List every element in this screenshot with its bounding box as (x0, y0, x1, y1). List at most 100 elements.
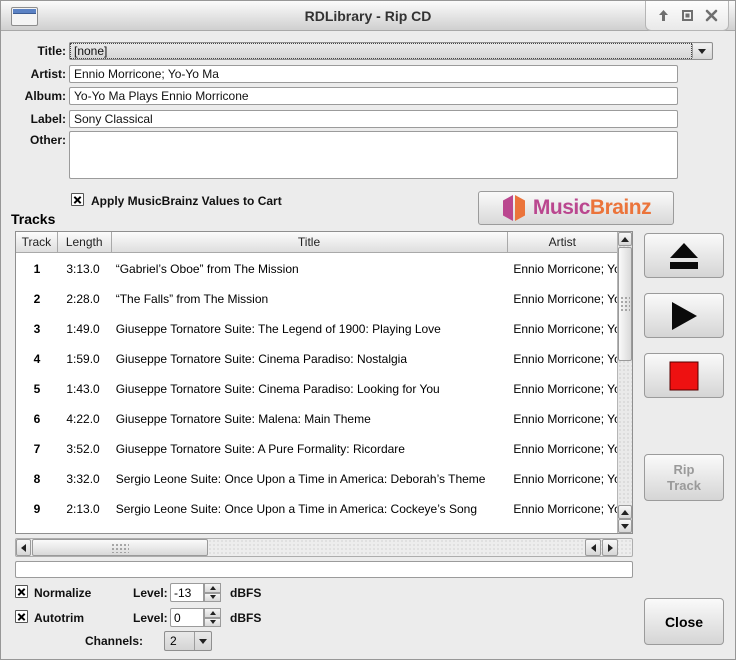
normalize-level-value[interactable]: -13 (170, 583, 204, 602)
window-controls (645, 1, 729, 31)
scroll-up-icon[interactable] (618, 232, 632, 246)
spin-down-icon[interactable] (204, 618, 221, 628)
musicbrainz-logo-text: MusicBrainz (533, 196, 651, 220)
cell-track: 8 (16, 472, 58, 486)
cell-length: 1:49.0 (58, 322, 112, 336)
maximize-icon[interactable] (680, 9, 694, 23)
chevron-down-icon[interactable] (692, 44, 711, 58)
table-row[interactable]: 4 1:59.0 Giuseppe Tornatore Suite: Cinem… (16, 344, 617, 374)
artist-field[interactable]: Ennio Morricone; Yo-Yo Ma (69, 65, 678, 83)
column-header-track[interactable]: Track (16, 232, 58, 253)
title-bar[interactable]: RDLibrary - Rip CD (1, 1, 735, 31)
table-row[interactable]: 7 3:52.0 Giuseppe Tornatore Suite: A Pur… (16, 434, 617, 464)
play-icon (669, 300, 699, 332)
rip-cd-dialog: RDLibrary - Rip CD Title: [none] Artist:… (0, 0, 736, 660)
tracks-table-body: 1 3:13.0 “Gabriel’s Oboe” from The Missi… (16, 254, 617, 533)
spin-down-icon[interactable] (204, 593, 221, 603)
cell-artist: Ennio Morricone; Yo-Yo Ma (508, 292, 617, 306)
rip-track-button[interactable]: Rip Track (644, 454, 724, 501)
cell-track: 3 (16, 322, 58, 336)
other-field[interactable] (69, 131, 678, 179)
label-label: Label: (9, 112, 66, 126)
musicbrainz-logo-icon (501, 194, 527, 222)
spin-up-icon[interactable] (204, 608, 221, 618)
autotrim-checkbox[interactable] (15, 610, 28, 623)
play-button[interactable] (644, 293, 724, 338)
cell-title: “Gabriel’s Oboe” from The Mission (112, 262, 509, 276)
scroll-left-icon[interactable] (16, 539, 31, 556)
scroll-right-icon[interactable] (602, 539, 618, 556)
cell-artist: Ennio Morricone; Yo-Yo Ma (508, 262, 617, 276)
close-button[interactable]: Close (644, 598, 724, 645)
cell-length: 2:28.0 (58, 292, 112, 306)
shade-icon[interactable] (656, 9, 670, 23)
apply-musicbrainz-checkbox[interactable] (71, 193, 84, 206)
cell-track: 2 (16, 292, 58, 306)
cell-length: 1:59.0 (58, 352, 112, 366)
cell-artist: Ennio Morricone; Yo-Yo Ma (508, 502, 617, 516)
table-row[interactable]: 3 1:49.0 Giuseppe Tornatore Suite: The L… (16, 314, 617, 344)
scroll-down-icon[interactable] (618, 519, 632, 533)
scroll-up2-icon[interactable] (618, 505, 632, 519)
cell-track: 1 (16, 262, 58, 276)
album-field[interactable]: Yo-Yo Ma Plays Ennio Morricone (69, 87, 678, 105)
cell-track: 6 (16, 412, 58, 426)
spin-up-icon[interactable] (204, 583, 221, 593)
autotrim-level-spinner[interactable]: 0 (170, 608, 221, 627)
stop-icon (669, 361, 699, 391)
cell-artist: Ennio Morricone; Yo-Yo Ma (508, 442, 617, 456)
title-select-value: [none] (71, 44, 691, 58)
channels-label: Channels: (85, 634, 143, 648)
table-row[interactable]: 9 2:13.0 Sergio Leone Suite: Once Upon a… (16, 494, 617, 524)
horizontal-scrollbar-thumb[interactable] (32, 539, 208, 556)
cell-length: 2:13.0 (58, 502, 112, 516)
column-header-length[interactable]: Length (58, 232, 112, 253)
tracks-table-header: Track Length Title Artist (16, 232, 617, 253)
autotrim-level-value[interactable]: 0 (170, 608, 204, 627)
table-row[interactable]: 6 4:22.0 Giuseppe Tornatore Suite: Malen… (16, 404, 617, 434)
cell-title: Giuseppe Tornatore Suite: A Pure Formali… (112, 442, 509, 456)
chevron-down-icon[interactable] (194, 632, 211, 650)
scroll-left2-icon[interactable] (585, 539, 601, 556)
cell-title: Giuseppe Tornatore Suite: Cinema Paradis… (112, 352, 509, 366)
cell-track: 7 (16, 442, 58, 456)
normalize-level-spinner[interactable]: -13 (170, 583, 221, 602)
cell-title: Giuseppe Tornatore Suite: Malena: Main T… (112, 412, 509, 426)
vertical-scrollbar[interactable] (617, 232, 632, 533)
cell-title: Giuseppe Tornatore Suite: The Legend of … (112, 322, 509, 336)
cell-artist: Ennio Morricone; Yo-Yo Ma (508, 382, 617, 396)
window-title: RDLibrary - Rip CD (1, 1, 735, 31)
cell-artist: Ennio Morricone; Yo-Yo Ma (508, 472, 617, 486)
artist-label: Artist: (9, 67, 66, 81)
close-icon[interactable] (704, 9, 718, 23)
normalize-unit: dBFS (230, 586, 261, 600)
autotrim-unit: dBFS (230, 611, 261, 625)
other-label: Other: (9, 133, 66, 147)
eject-button[interactable] (644, 233, 724, 278)
cell-track: 5 (16, 382, 58, 396)
table-row[interactable]: 2 2:28.0 “The Falls” from The Mission En… (16, 284, 617, 314)
label-field[interactable]: Sony Classical (69, 110, 678, 128)
cell-length: 3:52.0 (58, 442, 112, 456)
table-row[interactable]: 5 1:43.0 Giuseppe Tornatore Suite: Cinem… (16, 374, 617, 404)
cell-length: 3:13.0 (58, 262, 112, 276)
cell-title: Sergio Leone Suite: Once Upon a Time in … (112, 472, 509, 486)
stop-button[interactable] (644, 353, 724, 398)
cell-title: “The Falls” from The Mission (112, 292, 509, 306)
cell-artist: Ennio Morricone; Yo-Yo Ma (508, 352, 617, 366)
cell-length: 4:22.0 (58, 412, 112, 426)
vertical-scrollbar-thumb[interactable] (618, 247, 632, 361)
album-label: Album: (9, 89, 66, 103)
column-header-artist[interactable]: Artist (508, 232, 617, 253)
normalize-checkbox[interactable] (15, 585, 28, 598)
column-header-title[interactable]: Title (112, 232, 508, 253)
table-row[interactable]: 1 3:13.0 “Gabriel’s Oboe” from The Missi… (16, 254, 617, 284)
horizontal-scrollbar[interactable] (15, 538, 633, 557)
channels-select[interactable]: 2 (164, 631, 212, 651)
table-row[interactable]: 8 3:32.0 Sergio Leone Suite: Once Upon a… (16, 464, 617, 494)
musicbrainz-button[interactable]: MusicBrainz (478, 191, 674, 225)
close-label: Close (665, 614, 703, 630)
title-select[interactable]: [none] (69, 42, 713, 60)
rip-track-label: Rip Track (661, 462, 707, 493)
cell-artist: Ennio Morricone; Yo-Yo Ma (508, 322, 617, 336)
